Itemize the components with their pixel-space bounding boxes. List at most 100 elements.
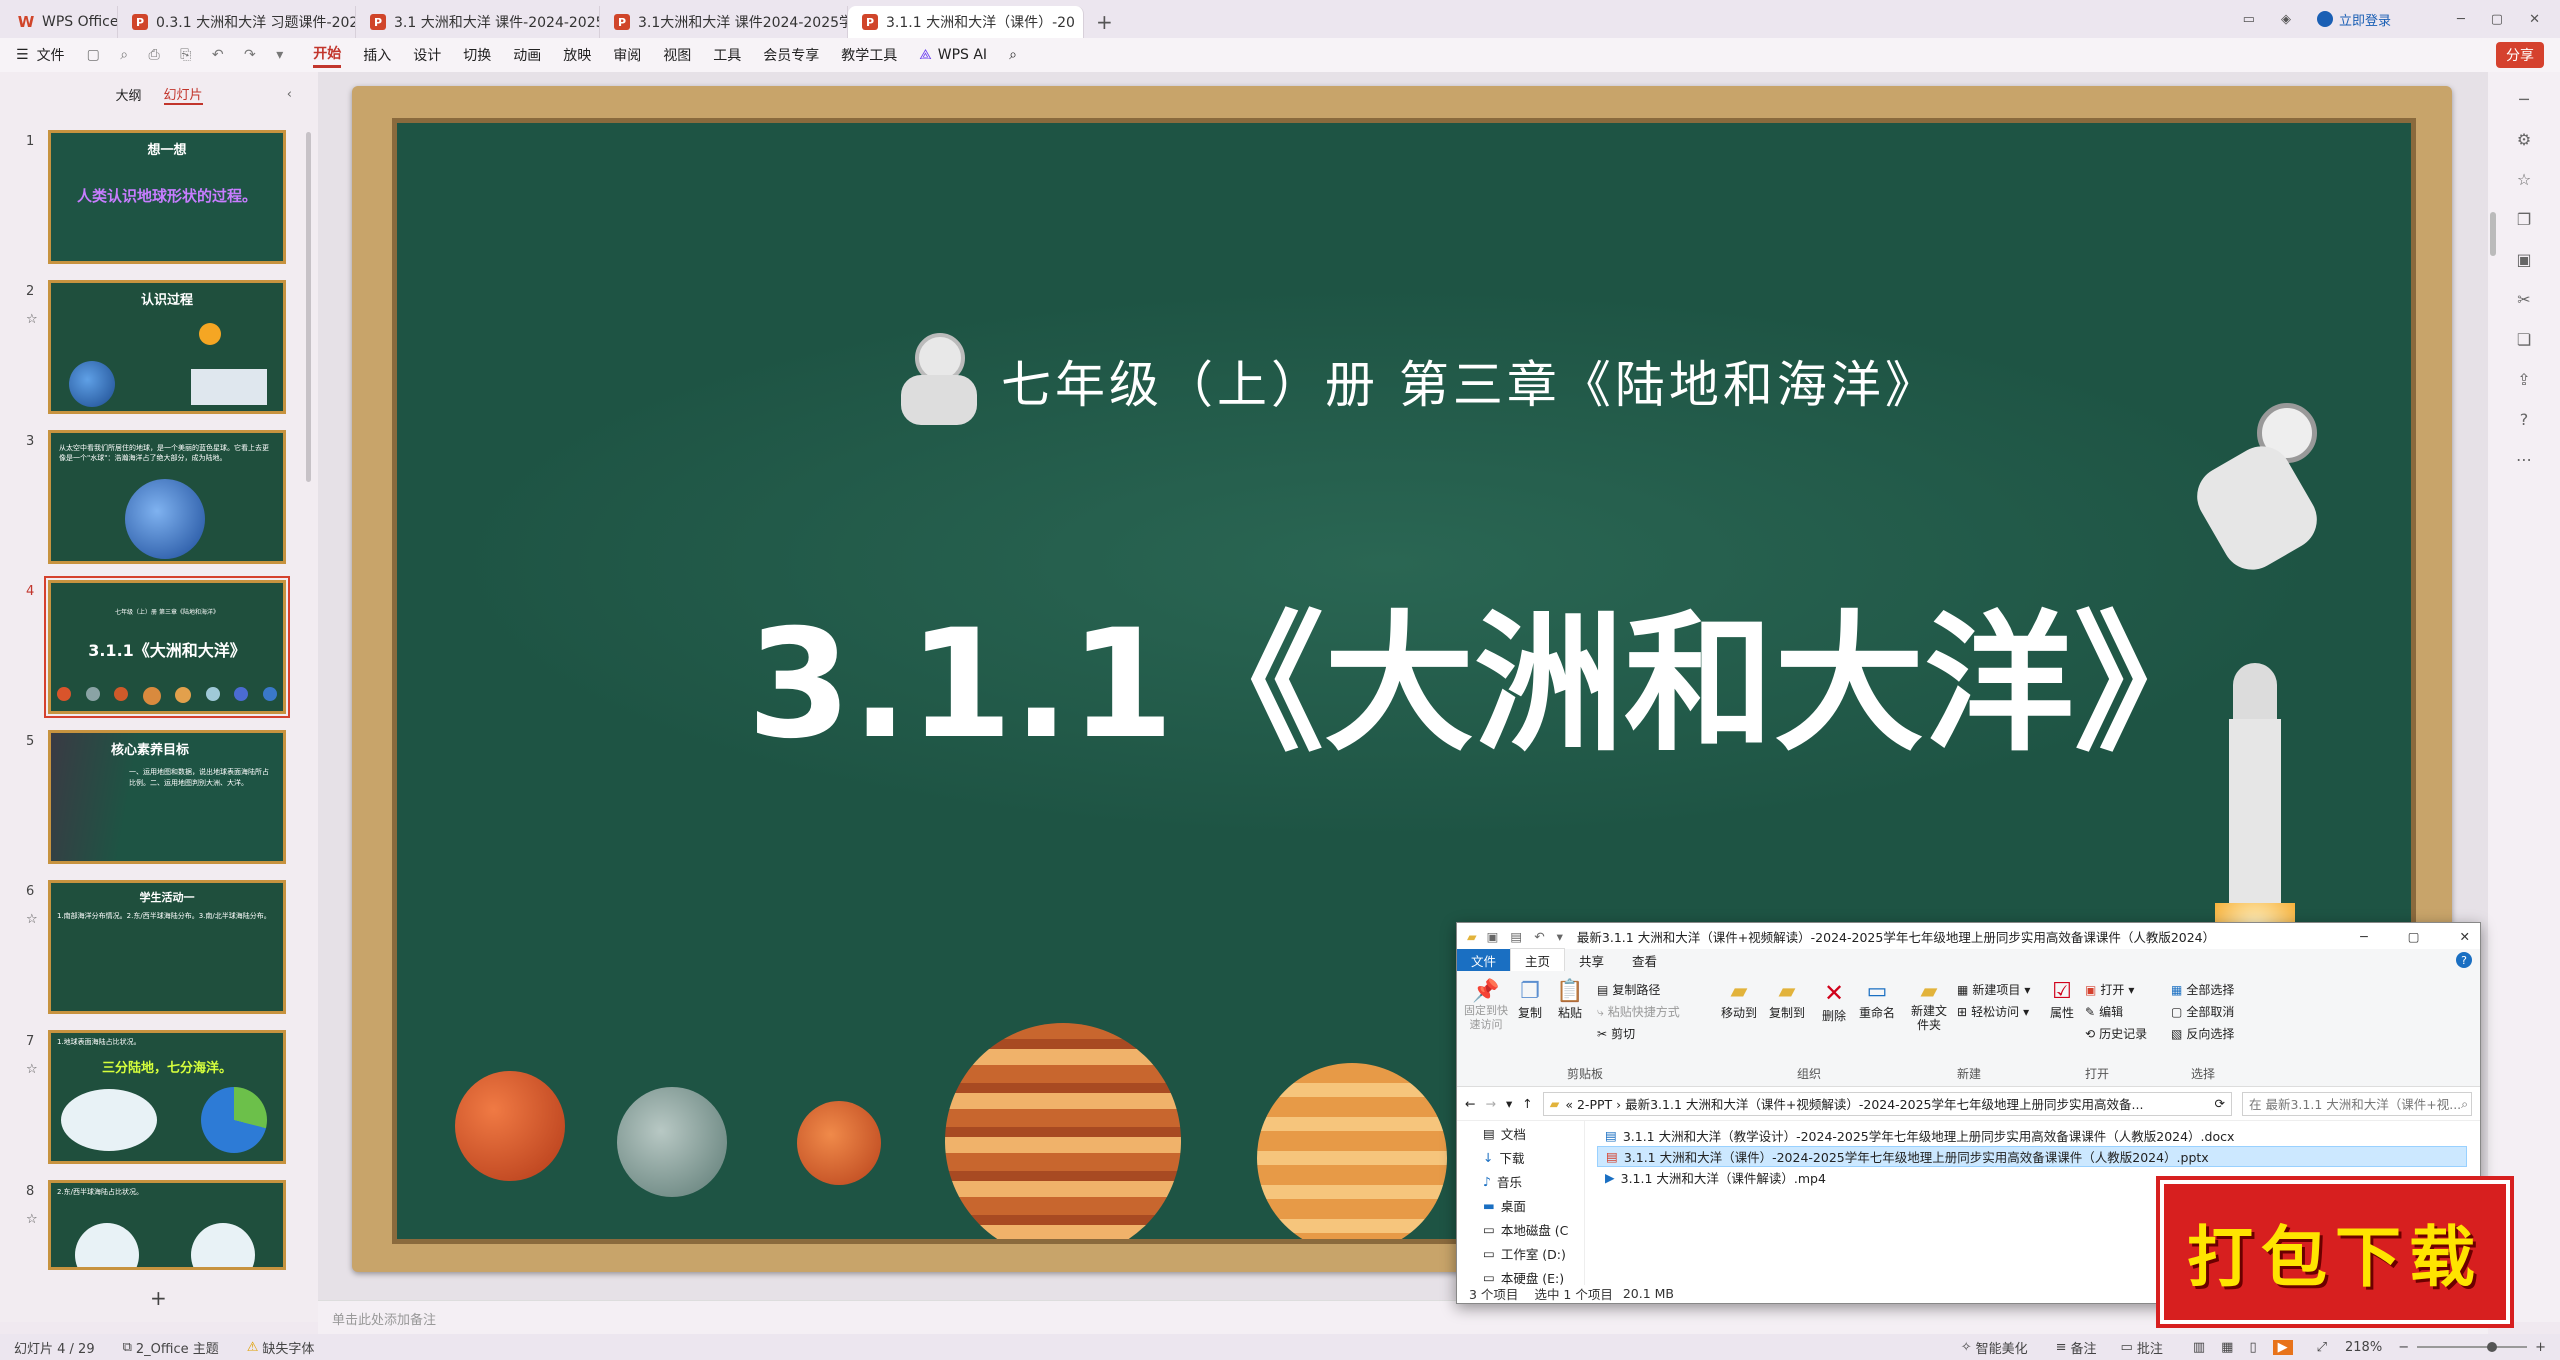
login-button[interactable]: 立即登录 xyxy=(2316,10,2391,29)
address-bar[interactable]: ▰ « 2-PPT › 最新3.1.1 大洲和大洋（课件+视频解读）-2024-2… xyxy=(1542,1091,2232,1116)
menu-design[interactable]: 设计 xyxy=(413,45,441,65)
cut-button[interactable]: ✂ 剪切 xyxy=(1597,1023,1680,1045)
collapse-panel-icon[interactable]: ‹ xyxy=(287,87,292,102)
wps-ai-button[interactable]: ⟁ WPS AI xyxy=(919,47,987,63)
rename-button[interactable]: ▭ 重命名 xyxy=(1857,979,1897,1021)
share-icon[interactable]: ⇪ xyxy=(2513,370,2535,392)
menu-transition[interactable]: 切换 xyxy=(463,45,491,65)
file-item-docx[interactable]: ▤ 3.1.1 大洲和大洋（教学设计）-2024-2025学年七年级地理上册同步实… xyxy=(1597,1125,2467,1146)
minimize-icon[interactable]: ─ xyxy=(2360,929,2368,944)
cube-icon[interactable]: ◈ xyxy=(2281,12,2291,27)
close-window-icon[interactable]: ✕ xyxy=(2529,12,2540,27)
star-icon[interactable]: ☆ xyxy=(26,1062,38,1077)
canvas-scrollbar[interactable] xyxy=(2490,212,2496,256)
maximize-icon[interactable]: ▢ xyxy=(2491,12,2503,27)
edit-button[interactable]: ✎ 编辑 xyxy=(2085,1001,2147,1023)
nav-documents[interactable]: ▤ 文档 xyxy=(1457,1121,1584,1145)
toolbar-icons[interactable]: ▢ ⌕ ⎙ ⎘ ↶ ↷ ▾ xyxy=(87,47,292,63)
properties-button[interactable]: ☑ 属性 xyxy=(2047,979,2077,1021)
tools-icon[interactable]: ✂ xyxy=(2513,290,2535,312)
beautify-button[interactable]: ✧ 智能美化 xyxy=(1961,1338,2028,1357)
select-none-button[interactable]: ▢ 全部取消 xyxy=(2171,1001,2234,1023)
explorer-tab-home[interactable]: 主页 xyxy=(1510,948,1566,972)
search-icon[interactable]: ⌕ xyxy=(1009,47,1017,63)
tab-doc-active[interactable]: P3.1.1 大洲和大洋（课件）-20× xyxy=(848,6,1084,38)
share-button[interactable]: 分享 xyxy=(2496,42,2544,68)
paste-button[interactable]: 📋 粘贴 xyxy=(1555,979,1585,1021)
paste-shortcut-button[interactable]: ⤷ 粘贴快捷方式 xyxy=(1597,1001,1680,1023)
pin-button[interactable]: 📌 固定到快速访问 xyxy=(1463,979,1509,1032)
slide-thumb-6[interactable]: 6 ☆ 学生活动一 1.南部海洋分布情况。2.东/西半球海陆分布。3.南/北半球… xyxy=(0,880,300,1020)
back-icon[interactable]: ← xyxy=(1465,1096,1475,1111)
star-icon[interactable]: ☆ xyxy=(2513,170,2535,192)
open-button[interactable]: ▣ 打开 ▾ xyxy=(2085,979,2147,1001)
view-reading-icon[interactable]: ▯ xyxy=(2249,1340,2256,1355)
copy-icon[interactable]: ❐ xyxy=(2513,210,2535,232)
star-icon[interactable]: ☆ xyxy=(26,912,38,927)
copy-to-button[interactable]: ▰ 复制到 xyxy=(1767,979,1807,1021)
menu-slideshow[interactable]: 放映 xyxy=(563,45,591,65)
copy-path-button[interactable]: ▤ 复制路径 xyxy=(1597,979,1680,1001)
up-icon[interactable]: ↑ xyxy=(1522,1096,1532,1111)
menu-file[interactable]: 文件 xyxy=(37,45,65,65)
star-icon[interactable]: ☆ xyxy=(26,1212,38,1227)
slide-thumb-1[interactable]: 1 想一想 人类认识地球形状的过程。 xyxy=(0,130,300,270)
select-all-button[interactable]: ▦ 全部选择 xyxy=(2171,979,2234,1001)
invert-selection-button[interactable]: ▧ 反向选择 xyxy=(2171,1023,2234,1045)
minus-icon[interactable]: ─ xyxy=(2513,90,2535,112)
easy-access-button[interactable]: ⊞ 轻松访问 ▾ xyxy=(1957,1001,2030,1023)
tab-doc-2[interactable]: P 3.1 大洲和大洋 课件-2024-2025年 xyxy=(356,6,600,38)
delete-button[interactable]: ✕ 删除 xyxy=(1819,979,1849,1024)
menu-member[interactable]: 会员专享 xyxy=(763,45,819,65)
close-icon[interactable]: ✕ xyxy=(2460,929,2470,944)
quick-access-icons[interactable]: ▣ ▤ ↶ ▾ xyxy=(1487,929,1567,944)
menu-animation[interactable]: 动画 xyxy=(513,45,541,65)
nav-desktop[interactable]: ▬ 桌面 xyxy=(1457,1193,1584,1217)
copy-button[interactable]: ❐ 复制 xyxy=(1515,979,1545,1021)
new-tab-button[interactable]: + xyxy=(1084,6,1125,38)
menu-home[interactable]: 开始 xyxy=(313,43,342,68)
nav-music[interactable]: ♪ 音乐 xyxy=(1457,1169,1584,1193)
nav-downloads[interactable]: ↓ 下载 xyxy=(1457,1145,1584,1169)
file-item-pptx[interactable]: ▤ 3.1.1 大洲和大洋（课件）-2024-2025学年七年级地理上册同步实用高… xyxy=(1597,1146,2467,1167)
history-button[interactable]: ⟲ 历史记录 xyxy=(2085,1023,2147,1045)
menu-tools[interactable]: 工具 xyxy=(713,45,741,65)
nav-drive-d[interactable]: ▭ 工作室 (D:) xyxy=(1457,1241,1584,1265)
more-icon[interactable]: ⋯ xyxy=(2513,450,2535,472)
notes-toggle[interactable]: ≡ 备注 xyxy=(2056,1338,2097,1357)
zoom-level[interactable]: 218% xyxy=(2345,1340,2382,1355)
refresh-icon[interactable]: ⟳ xyxy=(2215,1096,2225,1111)
slide-thumb-2[interactable]: 2 ☆ 认识过程 xyxy=(0,280,300,420)
slide-thumb-3[interactable]: 3 从太空中看我们所居住的地球，是一个美丽的蓝色星球。它看上去更像是一个"水球"… xyxy=(0,430,300,570)
add-slide-button[interactable]: + xyxy=(150,1286,167,1310)
forward-icon[interactable]: → xyxy=(1485,1096,1495,1111)
explorer-tab-file[interactable]: 文件 xyxy=(1457,948,1511,972)
view-grid-icon[interactable]: ▦ xyxy=(2221,1340,2233,1355)
explorer-tab-share[interactable]: 共享 xyxy=(1565,949,1618,972)
image-icon[interactable]: ▣ xyxy=(2513,250,2535,272)
menu-review[interactable]: 审阅 xyxy=(613,45,641,65)
play-button[interactable]: ▶ xyxy=(2272,1339,2293,1355)
tab-doc-3[interactable]: P3.1大洲和大洋 课件2024-2025学年人 xyxy=(600,6,848,38)
menu-view[interactable]: 视图 xyxy=(663,45,691,65)
slide-thumb-4[interactable]: 4 七年级（上）册 第三章《陆地和海洋》 3.1.1《大洲和大洋》 xyxy=(0,576,300,720)
menu-insert[interactable]: 插入 xyxy=(363,45,391,65)
tab-wps-office[interactable]: W WPS Office xyxy=(0,6,118,38)
zoom-slider[interactable] xyxy=(2417,1342,2528,1352)
search-input[interactable]: 在 最新3.1.1 大洲和大洋（课件+视... ⌕ xyxy=(2242,1091,2472,1116)
download-stamp[interactable]: 打包下载 xyxy=(2160,1180,2510,1324)
fit-icon[interactable]: ⤢ xyxy=(2317,1340,2327,1355)
book-icon[interactable]: ❏ xyxy=(2513,330,2535,352)
explorer-tab-view[interactable]: 查看 xyxy=(1618,949,1671,972)
slide-thumb-7[interactable]: 7 ☆ 1.地球表面海陆占比状况。 三分陆地，七分海洋。 xyxy=(0,1030,300,1170)
tab-doc-1[interactable]: P0.3.1 大洲和大洋 习题课件-2024-20 xyxy=(118,6,356,38)
thumb-scrollbar[interactable] xyxy=(306,132,311,482)
slide-thumb-5[interactable]: 5 核心素养目标 一、运用地图和数据，说出地球表面海陆所占比例。二、运用地图判别… xyxy=(0,730,300,870)
nav-drive-c[interactable]: ▭ 本地磁盘 (C xyxy=(1457,1217,1584,1241)
minimize-icon[interactable]: ─ xyxy=(2457,12,2465,27)
chevron-down-icon[interactable]: ▾ xyxy=(1506,1096,1512,1111)
new-folder-button[interactable]: ▰ 新建文件夹 xyxy=(1909,979,1949,1032)
maximize-icon[interactable]: ▢ xyxy=(2408,929,2420,944)
tab-slides[interactable]: 幻灯片 xyxy=(163,84,203,105)
new-item-button[interactable]: ▦ 新建项目 ▾ xyxy=(1957,979,2030,1001)
